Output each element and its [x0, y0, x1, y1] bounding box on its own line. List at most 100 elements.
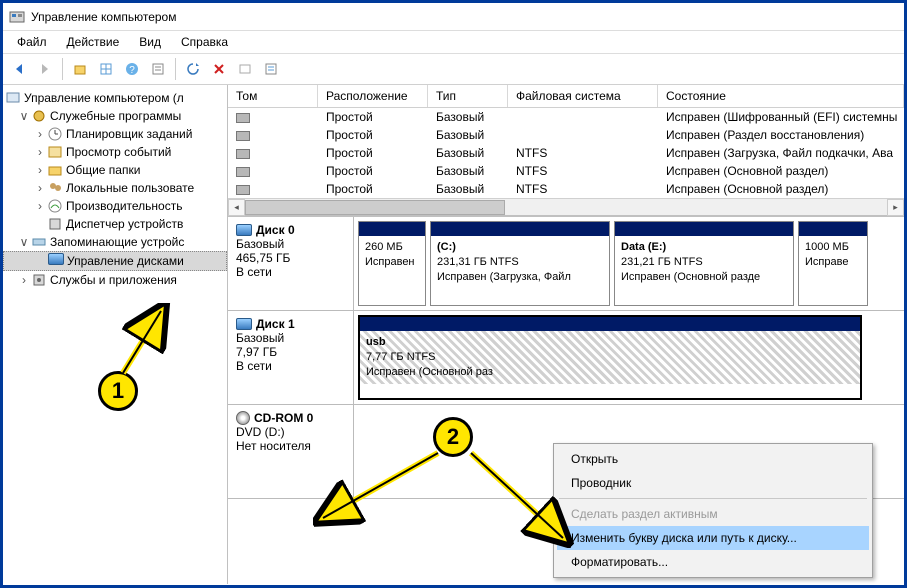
- tree-item-device-manager[interactable]: Диспетчер устройств: [3, 215, 227, 233]
- tree-item-shared-folders[interactable]: › Общие папки: [3, 161, 227, 179]
- menu-action[interactable]: Действие: [57, 33, 130, 51]
- volume-row[interactable]: ПростойБазовыйИсправен (Шифрованный (EFI…: [228, 108, 904, 126]
- tree-label: Служебные программы: [50, 109, 181, 123]
- context-menu-item[interactable]: Проводник: [557, 471, 869, 495]
- tree-group-system-tools[interactable]: ∨ Служебные программы: [3, 107, 227, 125]
- tree-label: Общие папки: [66, 163, 140, 177]
- expand-icon[interactable]: ›: [33, 127, 47, 141]
- scroll-thumb[interactable]: [245, 200, 505, 215]
- expand-icon[interactable]: ›: [33, 181, 47, 195]
- back-button[interactable]: [7, 57, 31, 81]
- services-icon: [31, 272, 47, 288]
- col-volume[interactable]: Том: [228, 85, 318, 107]
- delete-button[interactable]: [207, 57, 231, 81]
- volume-list[interactable]: Том Расположение Тип Файловая система Со…: [228, 85, 904, 216]
- disk-kind: DVD (D:): [236, 425, 345, 439]
- disk-size: 7,97 ГБ: [236, 345, 345, 359]
- disk-kind: Базовый: [236, 237, 345, 251]
- tree-label: Планировщик заданий: [66, 127, 192, 141]
- context-menu-item[interactable]: Изменить букву диска или путь к диску...: [557, 526, 869, 550]
- partition[interactable]: (C:) 231,31 ГБ NTFS Исправен (Загрузка, …: [430, 221, 610, 306]
- tree-root[interactable]: Управление компьютером (л: [3, 89, 227, 107]
- refresh-button[interactable]: [181, 57, 205, 81]
- separator: [175, 58, 176, 80]
- partition-stripe: [615, 222, 793, 236]
- help-button[interactable]: ?: [120, 57, 144, 81]
- partition-stripe: [431, 222, 609, 236]
- expand-icon[interactable]: ›: [33, 199, 47, 213]
- forward-button[interactable]: [33, 57, 57, 81]
- users-icon: [47, 180, 63, 196]
- disk-state: В сети: [236, 265, 345, 279]
- collapse-icon[interactable]: ∨: [17, 235, 31, 249]
- partition[interactable]: 260 МБ Исправен: [358, 221, 426, 306]
- toolbar: ?: [3, 54, 904, 85]
- tree-group-services[interactable]: › Службы и приложения: [3, 271, 227, 289]
- expand-icon[interactable]: ›: [17, 273, 31, 287]
- scroll-left-button[interactable]: ◂: [228, 199, 245, 216]
- disk-info[interactable]: Диск 0 Базовый 465,75 ГБ В сети: [228, 217, 354, 310]
- volume-icon: [236, 113, 250, 123]
- views-button[interactable]: [94, 57, 118, 81]
- tree-group-storage[interactable]: ∨ Запоминающие устройс: [3, 233, 227, 251]
- partition[interactable]: 1000 МБ Исправе: [798, 221, 868, 306]
- expand-icon[interactable]: ›: [33, 145, 47, 159]
- volume-row[interactable]: ПростойБазовыйNTFSИсправен (Загрузка, Фа…: [228, 144, 904, 162]
- col-filesystem[interactable]: Файловая система: [508, 85, 658, 107]
- performance-icon: [47, 198, 63, 214]
- disk-icon: [48, 253, 64, 269]
- disk-partitions: usb 7,77 ГБ NTFS Исправен (Основной раз: [354, 311, 904, 404]
- menu-file[interactable]: Файл: [7, 33, 57, 51]
- context-menu-item[interactable]: Открыть: [557, 447, 869, 471]
- partition-status: Исправе: [805, 256, 848, 268]
- list-button[interactable]: [259, 57, 283, 81]
- partition-label: (C:): [437, 241, 456, 253]
- partition-label: Data (E:): [621, 241, 666, 253]
- scroll-right-button[interactable]: ▸: [887, 199, 904, 216]
- volume-row[interactable]: ПростойБазовыйИсправен (Раздел восстанов…: [228, 126, 904, 144]
- context-menu-item[interactable]: Форматировать...: [557, 550, 869, 574]
- expand-icon[interactable]: ›: [33, 163, 47, 177]
- tree-item-disk-management[interactable]: Управление дисками: [3, 251, 227, 271]
- context-menu-item: Сделать раздел активным: [557, 502, 869, 526]
- partition-status: Исправен (Основной раз: [366, 366, 493, 378]
- disk-row: Диск 1 Базовый 7,97 ГБ В сети usb 7,77 Г…: [228, 311, 904, 405]
- disk-info[interactable]: CD-ROM 0 DVD (D:) Нет носителя: [228, 405, 354, 498]
- tree-item-task-scheduler[interactable]: › Планировщик заданий: [3, 125, 227, 143]
- menu-help[interactable]: Справка: [171, 33, 238, 51]
- horizontal-scrollbar[interactable]: ◂ ▸: [228, 198, 904, 215]
- menu-view[interactable]: Вид: [129, 33, 171, 51]
- app-icon: [9, 9, 25, 25]
- volume-list-header: Том Расположение Тип Файловая система Со…: [228, 85, 904, 108]
- tree-item-event-viewer[interactable]: ›Просмотр событий: [3, 143, 227, 161]
- col-layout[interactable]: Расположение: [318, 85, 428, 107]
- volume-icon: [236, 149, 250, 159]
- tree-label: Управление компьютером (л: [24, 91, 184, 105]
- tree-item-local-users[interactable]: ›Локальные пользовате: [3, 179, 227, 197]
- partition[interactable]: Data (E:) 231,21 ГБ NTFS Исправен (Основ…: [614, 221, 794, 306]
- annotation-callout-2: 2: [433, 417, 473, 457]
- partition-stripe: [799, 222, 867, 236]
- navigation-tree[interactable]: Управление компьютером (л ∨ Служебные пр…: [3, 85, 228, 584]
- action-button[interactable]: [233, 57, 257, 81]
- disk-title: Диск 0: [256, 223, 295, 237]
- properties-button[interactable]: [146, 57, 170, 81]
- partition-stripe: [360, 317, 860, 331]
- tree-item-performance[interactable]: ›Производительность: [3, 197, 227, 215]
- clock-icon: [47, 126, 63, 142]
- disk-title: Диск 1: [256, 317, 295, 331]
- disk-info[interactable]: Диск 1 Базовый 7,97 ГБ В сети: [228, 311, 354, 404]
- collapse-icon[interactable]: ∨: [17, 109, 31, 123]
- storage-icon: [31, 234, 47, 250]
- up-button[interactable]: [68, 57, 92, 81]
- col-status[interactable]: Состояние: [658, 85, 904, 107]
- partition-status: Исправен (Загрузка, Файл: [437, 271, 571, 283]
- col-type[interactable]: Тип: [428, 85, 508, 107]
- partition[interactable]: usb 7,77 ГБ NTFS Исправен (Основной раз: [358, 315, 862, 400]
- partition-status: Исправен (Основной разде: [621, 271, 760, 283]
- context-menu: ОткрытьПроводник Сделать раздел активнымИ…: [553, 443, 873, 578]
- volume-row[interactable]: ПростойБазовыйNTFSИсправен (Основной раз…: [228, 180, 904, 198]
- svg-text:?: ?: [129, 65, 135, 76]
- volume-row[interactable]: ПростойБазовыйNTFSИсправен (Основной раз…: [228, 162, 904, 180]
- disk-row: Диск 0 Базовый 465,75 ГБ В сети 260 МБ И…: [228, 217, 904, 311]
